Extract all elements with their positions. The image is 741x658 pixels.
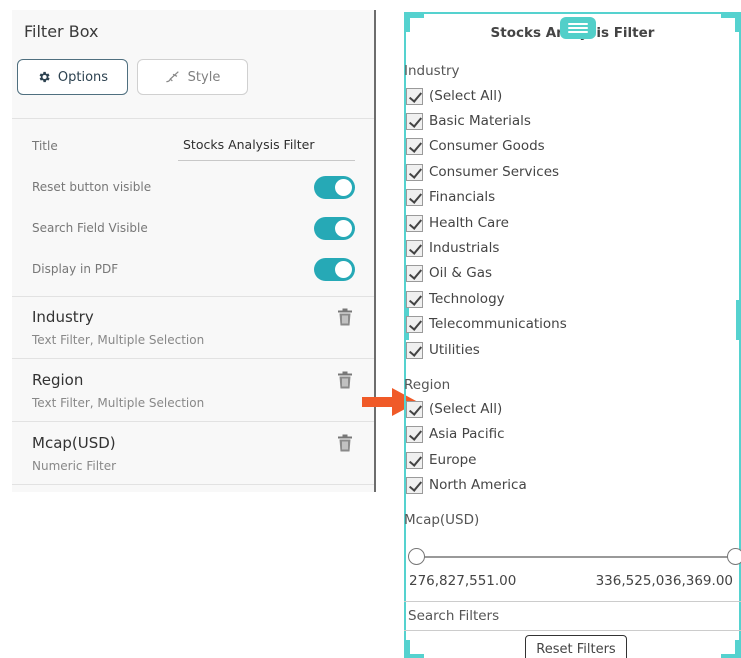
mcap-slider-max-thumb[interactable] <box>727 548 741 565</box>
region-option[interactable]: (Select All) <box>406 399 502 419</box>
brush-icon <box>165 71 179 83</box>
trash-icon[interactable] <box>337 434 353 452</box>
industry-option[interactable]: Health Care <box>406 213 509 233</box>
divider <box>12 296 374 297</box>
mcap-slider-track[interactable] <box>416 556 734 558</box>
gear-icon <box>39 71 50 83</box>
option-label: Industrials <box>429 240 500 256</box>
checkbox[interactable] <box>406 214 423 232</box>
region-group-label: Region <box>404 377 451 393</box>
divider <box>12 421 374 422</box>
option-label: Basic Materials <box>429 113 531 129</box>
mcap-group-label: Mcap(USD) <box>404 512 480 528</box>
panel-title: Filter Box <box>24 22 99 41</box>
region-option[interactable]: Asia Pacific <box>406 424 505 444</box>
industry-option[interactable]: (Select All) <box>406 86 502 106</box>
divider <box>12 358 374 359</box>
reset-button-visible-label: Reset button visible <box>32 180 152 194</box>
region-option[interactable]: Europe <box>406 450 476 470</box>
handle-line <box>568 27 588 29</box>
checkbox[interactable] <box>406 264 423 282</box>
toggle-knob <box>335 261 352 278</box>
option-label: (Select All) <box>429 88 503 104</box>
handle-line <box>568 31 588 33</box>
filter-industry-name[interactable]: Industry <box>32 308 94 326</box>
mcap-slider-min-thumb[interactable] <box>408 548 425 565</box>
checkbox[interactable] <box>406 87 423 105</box>
industry-option[interactable]: Utilities <box>406 340 480 360</box>
toggle-knob <box>335 220 352 237</box>
option-label: Health Care <box>429 215 509 231</box>
reset-filters-button[interactable]: Reset Filters <box>525 635 627 658</box>
search-filters-box <box>404 601 741 631</box>
filter-industry-description: Text Filter, Multiple Selection <box>32 333 205 347</box>
checkbox[interactable] <box>406 315 423 333</box>
tab-options[interactable]: Options <box>17 59 128 95</box>
search-field-visible-toggle[interactable] <box>314 217 355 240</box>
checkbox[interactable] <box>406 163 423 181</box>
checkbox[interactable] <box>406 137 423 155</box>
option-label: Financials <box>429 189 496 205</box>
industry-option[interactable]: Consumer Goods <box>406 136 545 156</box>
handle-line <box>568 23 588 25</box>
option-label: Asia Pacific <box>429 426 505 442</box>
resize-handle-right[interactable] <box>736 300 741 340</box>
industry-option[interactable]: Oil & Gas <box>406 263 492 283</box>
resize-corner-bottom-left[interactable] <box>406 640 424 658</box>
filter-mcap-description: Numeric Filter <box>32 459 117 473</box>
option-label: (Select All) <box>429 401 503 417</box>
tab-style[interactable]: Style <box>137 59 248 95</box>
industry-group-label: Industry <box>404 63 460 79</box>
option-label: Technology <box>429 291 505 307</box>
industry-option[interactable]: Industrials <box>406 238 499 258</box>
industry-option[interactable]: Technology <box>406 289 505 309</box>
title-label: Title <box>32 139 58 153</box>
option-label: Utilities <box>429 342 480 358</box>
checkbox[interactable] <box>406 112 423 130</box>
option-label: Telecommunications <box>429 316 567 332</box>
display-in-pdf-toggle[interactable] <box>314 258 355 281</box>
checkbox[interactable] <box>406 451 423 469</box>
tab-options-label: Options <box>57 69 109 85</box>
filter-box-preview: Stocks Analysis Filter Industry (Select … <box>404 12 741 658</box>
reset-button-visible-toggle[interactable] <box>314 176 355 199</box>
display-in-pdf-label: Display in PDF <box>32 262 119 276</box>
option-label: Oil & Gas <box>429 265 493 281</box>
option-label: Europe <box>429 452 477 468</box>
option-label: Consumer Services <box>429 164 560 180</box>
filter-region-description: Text Filter, Multiple Selection <box>32 396 205 410</box>
drag-handle-icon[interactable] <box>560 17 596 39</box>
option-label: North America <box>429 477 527 493</box>
search-filters-input[interactable] <box>404 602 741 630</box>
industry-option[interactable]: Telecommunications <box>406 314 567 334</box>
trash-icon[interactable] <box>337 371 353 389</box>
resize-corner-bottom-right[interactable] <box>721 640 739 658</box>
checkbox[interactable] <box>406 341 423 359</box>
mcap-min-value: 276,827,551.00 <box>409 573 517 589</box>
toggle-knob <box>335 179 352 196</box>
region-option[interactable]: North America <box>406 475 527 495</box>
filter-mcap-name[interactable]: Mcap(USD) <box>32 434 116 452</box>
checkbox[interactable] <box>406 425 423 443</box>
title-input[interactable]: Stocks Analysis Filter <box>178 137 355 161</box>
tab-style-label: Style <box>187 69 221 85</box>
divider <box>12 118 374 119</box>
trash-icon[interactable] <box>337 308 353 326</box>
checkbox[interactable] <box>406 400 423 418</box>
divider <box>12 484 374 485</box>
checkbox[interactable] <box>406 290 423 308</box>
checkbox[interactable] <box>406 239 423 257</box>
industry-option[interactable]: Consumer Services <box>406 162 559 182</box>
filter-region-name[interactable]: Region <box>32 371 83 389</box>
checkbox[interactable] <box>406 188 423 206</box>
mcap-max-value: 336,525,036,369.00 <box>595 573 733 589</box>
filter-box-settings-panel: Filter Box Options Style Title Stocks An… <box>12 10 376 492</box>
industry-option[interactable]: Basic Materials <box>406 111 531 131</box>
option-label: Consumer Goods <box>429 138 545 154</box>
search-field-visible-label: Search Field Visible <box>32 221 148 235</box>
industry-option[interactable]: Financials <box>406 187 495 207</box>
checkbox[interactable] <box>406 476 423 494</box>
selection-frame-top <box>404 12 741 14</box>
